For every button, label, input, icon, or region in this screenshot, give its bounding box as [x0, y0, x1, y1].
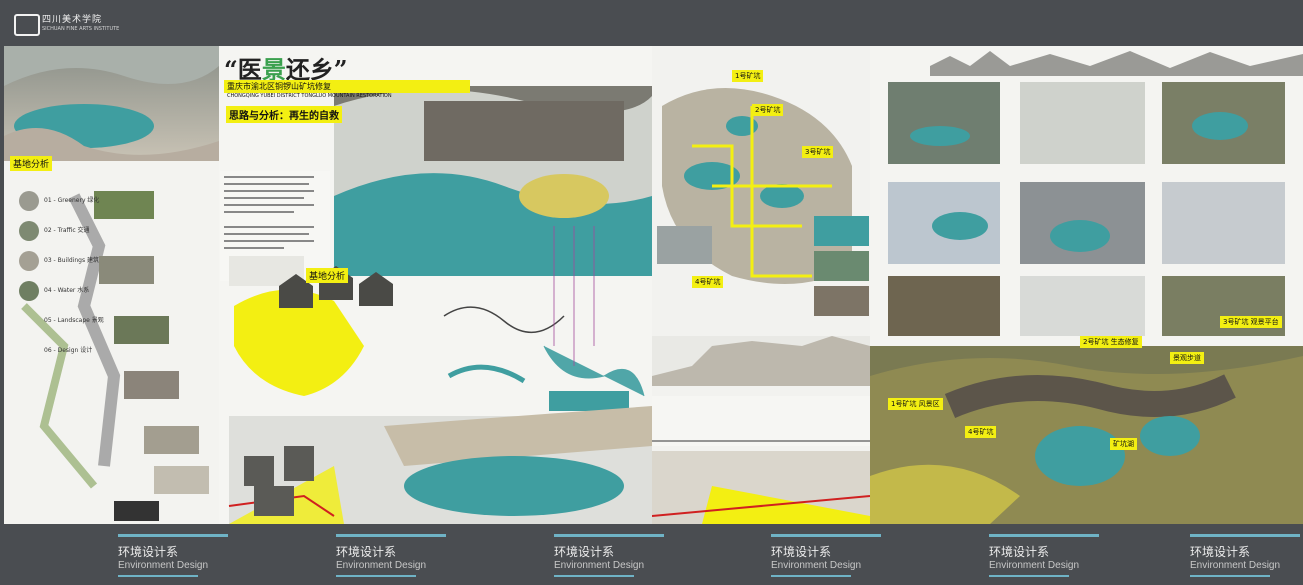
footer-dept-1: 环境设计系 Environment Design	[118, 534, 228, 577]
poster-subtitle-en: CHONGQING YUBEI DISTRICT TONGLUO MOUNTAI…	[227, 93, 392, 99]
poster-board-1: “医景还乡” 重庆市渝北区铜锣山矿坑修复 CHONGQING YUBEI DIS…	[4, 46, 652, 524]
site-label-4: 3号矿坑 观景平台	[1220, 316, 1282, 328]
footer-dept-en: Environment Design	[336, 560, 427, 571]
footer-line	[118, 534, 228, 537]
logo-text-cn: 四川美术学院	[42, 15, 103, 25]
pit-label-3: 3号矿坑	[802, 146, 834, 158]
footer-line	[771, 575, 851, 577]
list-item: 01 - Greenery 绿化	[44, 197, 100, 204]
footer-dept-2: 环境设计系 Environment Design	[336, 534, 446, 577]
footer-dept-en: Environment Design	[771, 560, 862, 571]
board3-artwork	[870, 46, 1303, 524]
section-thinking: 思路与分析：再生的自救	[226, 106, 342, 123]
footer-dept-en: Environment Design	[989, 560, 1080, 571]
site-label-2: 2号矿坑 生态修复	[1080, 336, 1142, 348]
footer-line	[336, 534, 446, 537]
list-item: 05 - Landscape 景观	[44, 317, 104, 324]
analysis-list: 01 - Greenery 绿化 02 - Traffic 交通 03 - Bu…	[44, 186, 104, 366]
site-label-6: 矿坑湖	[1110, 438, 1137, 450]
pit-label-1: 1号矿坑	[732, 70, 764, 82]
section-base-mid: 基地分析	[306, 268, 349, 283]
footer-dept-en: Environment Design	[1190, 560, 1281, 571]
footer-dept-cn: 环境设计系	[989, 545, 1050, 559]
list-item: 02 - Traffic 交通	[44, 227, 90, 234]
site-label-3: 景观步道	[1170, 352, 1204, 364]
school-logo: 四川美术学院 SICHUAN FINE ARTS INSTITUTE	[14, 12, 119, 38]
footer-dept-6: 环境设计系 Environment Design	[1190, 534, 1300, 577]
footer-dept-cn: 环境设计系	[336, 545, 397, 559]
logo-text-en: SICHUAN FINE ARTS INSTITUTE	[42, 26, 120, 32]
footer-dept-3: 环境设计系 Environment Design	[554, 534, 664, 577]
footer-line	[1190, 575, 1270, 577]
footer-dept-cn: 环境设计系	[554, 545, 615, 559]
footer-dept-en: Environment Design	[118, 560, 209, 571]
footer-dept-cn: 环境设计系	[118, 545, 179, 559]
list-item: 06 - Design 设计	[44, 347, 93, 354]
footer-line	[118, 575, 198, 577]
footer-bar: 环境设计系 Environment Design 环境设计系 Environme…	[0, 524, 1303, 585]
poster-board-2: 1号矿坑 2号矿坑 3号矿坑 4号矿坑	[652, 46, 870, 524]
footer-line	[771, 534, 881, 537]
footer-dept-en: Environment Design	[554, 560, 645, 571]
list-item: 03 - Buildings 建筑	[44, 257, 99, 264]
footer-line	[336, 575, 416, 577]
board2-artwork	[652, 46, 870, 524]
top-bar: 四川美术学院 SICHUAN FINE ARTS INSTITUTE	[0, 0, 1303, 46]
footer-dept-4: 环境设计系 Environment Design	[771, 534, 881, 577]
footer-line	[554, 534, 664, 537]
site-label-1: 1号矿坑 风景区	[888, 398, 943, 410]
footer-line	[989, 534, 1099, 537]
footer-dept-cn: 环境设计系	[771, 545, 832, 559]
pit-label-4: 4号矿坑	[692, 276, 724, 288]
site-label-5: 4号矿坑	[965, 426, 997, 438]
footer-dept-cn: 环境设计系	[1190, 545, 1251, 559]
section-thinking-subtitle: 再生的自救	[289, 111, 339, 122]
footer-line	[1190, 534, 1300, 537]
logo-mark-icon	[14, 14, 40, 36]
section-thinking-title: 思路与分析：	[229, 111, 289, 122]
pit-label-2: 2号矿坑	[752, 104, 784, 116]
section-base-left: 基地分析	[10, 156, 53, 171]
poster-board-3: 1号矿坑 风景区 2号矿坑 生态修复 景观步道 3号矿坑 观景平台 4号矿坑 矿…	[870, 46, 1303, 524]
footer-dept-5: 环境设计系 Environment Design	[989, 534, 1099, 577]
footer-line	[554, 575, 634, 577]
list-item: 04 - Water 水系	[44, 287, 90, 294]
footer-line	[989, 575, 1069, 577]
